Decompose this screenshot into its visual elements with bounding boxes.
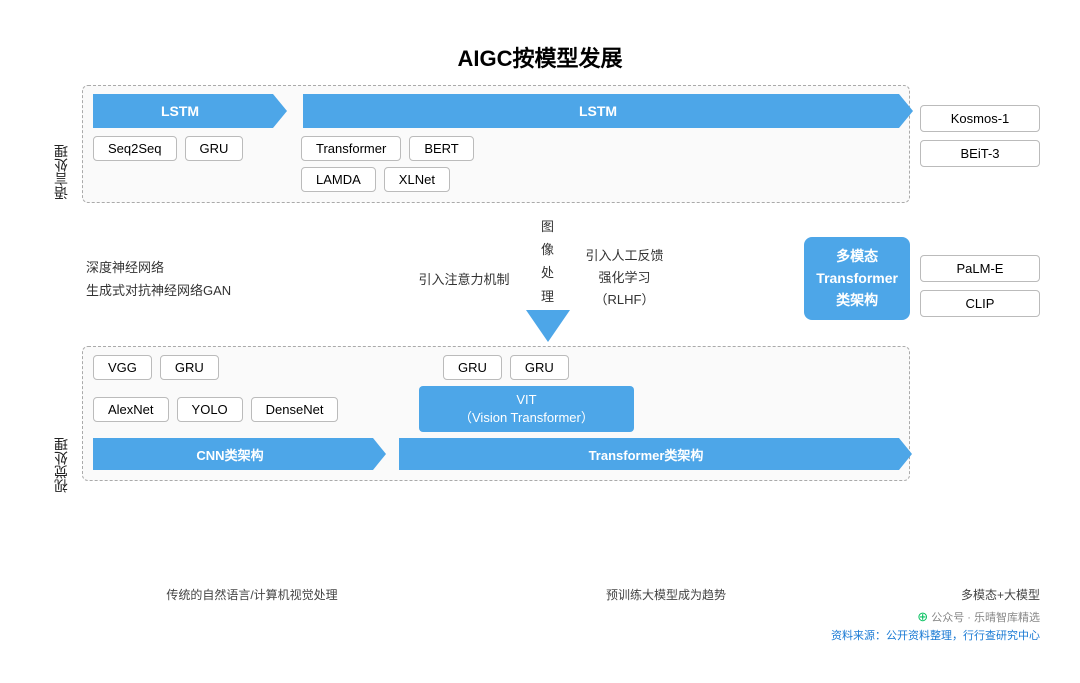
cnn-row: CNN类架构 Transformer类架构 — [93, 438, 899, 470]
middle-section: 深度神经网络 生成式对抗神经网络GAN 引入注意力机制 图像处理 引入人工反馈强… — [82, 211, 910, 347]
mid-text-gan: 生成式对抗神经网络GAN — [86, 280, 282, 299]
model-beit: BEiT-3 — [920, 140, 1040, 167]
model-gru-vis3: GRU — [510, 355, 569, 380]
bottom-label-2: 预训练大模型成为趋势 — [422, 586, 910, 603]
model-vgg: VGG — [93, 355, 152, 380]
main-area: LSTM LSTM Seq2Seq GRU — [82, 85, 910, 580]
model-gru-lang: GRU — [185, 136, 244, 161]
bottom-label-3: 多模态+大模型 — [910, 586, 1040, 603]
watermark: ⊕ 公众号 · 乐晴智库精选 — [40, 609, 1040, 625]
mid-text-dnn: 深度神经网络 — [86, 257, 282, 276]
lang-section: LSTM LSTM Seq2Seq GRU — [82, 85, 910, 203]
model-gru-vis1: GRU — [160, 355, 219, 380]
model-vit: VIT（Vision Transformer） — [419, 386, 634, 432]
cnn-arrow: CNN类架构 — [93, 438, 373, 470]
model-densenet: DenseNet — [251, 397, 339, 422]
img-proc-label: 图像处理 — [541, 215, 554, 309]
left-labels: 语言处理 视觉处理 — [40, 85, 82, 580]
model-gru-vis2: GRU — [443, 355, 502, 380]
model-clip: CLIP — [920, 290, 1040, 317]
source-text: 资料来源：公开资料整理，行行查研究中心 — [40, 627, 1040, 643]
bottom-labels: 传统的自然语言/计算机视觉处理 预训练大模型成为趋势 多模态+大模型 — [40, 586, 1040, 603]
lstm-arrow-1: LSTM — [93, 94, 273, 128]
model-bert: BERT — [409, 136, 473, 161]
transformer-arrow: Transformer类架构 — [399, 438, 899, 470]
model-xlnet: XLNet — [384, 167, 450, 192]
model-yolo: YOLO — [177, 397, 243, 422]
page-title: AIGC按模型发展 — [40, 41, 1040, 73]
right-col: Kosmos-1 BEiT-3 PaLM-E CLIP — [920, 85, 1040, 580]
vis-label: 视觉处理 — [40, 350, 82, 580]
down-arrow — [526, 310, 570, 342]
lang-label: 语言处理 — [40, 85, 82, 260]
vis-section: VGG GRU GRU GRU AlexNet YOLO DenseNet — [82, 346, 910, 481]
model-kosmos: Kosmos-1 — [920, 105, 1040, 132]
mid-text-rlhf: 引入人工反馈强化学习（RLHF） — [586, 245, 664, 311]
model-alexnet: AlexNet — [93, 397, 169, 422]
model-seq2seq: Seq2Seq — [93, 136, 177, 161]
model-transformer: Transformer — [301, 136, 401, 161]
mid-text-attention: 引入注意力机制 — [418, 269, 509, 288]
model-palm-e: PaLM-E — [920, 255, 1040, 282]
main-container: AIGC按模型发展 语言处理 视觉处理 LSTM LSTM — [20, 31, 1060, 653]
lstm-arrow-2: LSTM — [303, 94, 899, 128]
multimodal-box: 多模态Transformer类架构 — [804, 237, 910, 320]
bottom-label-1: 传统的自然语言/计算机视觉处理 — [82, 586, 422, 603]
model-lamda: LAMDA — [301, 167, 376, 192]
